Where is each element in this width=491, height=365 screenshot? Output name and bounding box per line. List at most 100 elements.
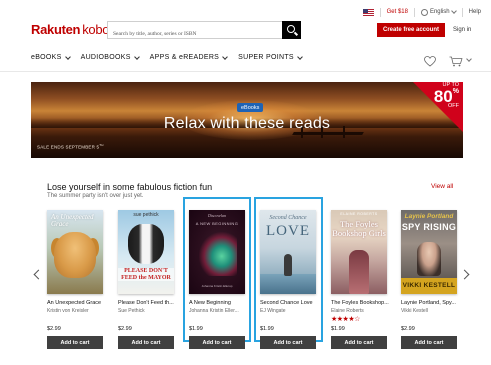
search-input[interactable]	[108, 26, 280, 42]
promo-value-wrap: 80%	[434, 88, 459, 105]
add-to-cart-button[interactable]: Add to cart	[47, 336, 103, 349]
chevron-down-icon	[133, 53, 140, 60]
star-rating: ★★★★☆	[331, 316, 360, 323]
cover-title: An Unexpected Grace	[51, 213, 94, 229]
book-cover[interactable]: Laynie Portland SPY RISING VIKKI KESTELL	[401, 210, 457, 294]
book-title[interactable]: A New Beginning	[189, 300, 253, 306]
section-subtitle: The summer party isn't over just yet.	[47, 193, 144, 199]
book-author[interactable]: Vikki Kestell	[401, 308, 465, 314]
book-author[interactable]: EJ Wingate	[260, 308, 324, 314]
chevron-down-icon	[450, 8, 457, 14]
cover-title-line1: Second Chance	[269, 215, 307, 221]
book-title[interactable]: The Foyles Bookshop...	[331, 300, 395, 306]
main-nav: eBOOKS AUDIOBOOKS APPS & eREADERS SUPER …	[31, 53, 303, 61]
logo-product: kobo	[82, 22, 110, 37]
utility-separator	[413, 7, 415, 17]
cover-author: VIKKI KESTELL	[401, 278, 457, 294]
get-credit-link[interactable]: Get $18	[387, 9, 408, 15]
book-price: $1.99	[331, 326, 345, 332]
cover-title: PLEASE DON'T FEED the MAYOR	[118, 268, 174, 282]
rakuten-kobo-logo[interactable]: Rakuten kobo	[31, 22, 110, 37]
promo-discount: UP TO 80% OFF	[434, 82, 459, 109]
book-title[interactable]: Second Chance Love	[260, 300, 324, 306]
book-price: $1.99	[189, 326, 203, 332]
chevron-down-icon	[64, 53, 71, 60]
add-to-cart-button[interactable]: Add to cart	[331, 336, 387, 349]
add-to-cart-button[interactable]: Add to cart	[118, 336, 174, 349]
wishlist-heart-icon[interactable]	[424, 56, 436, 67]
book-price: $2.99	[118, 326, 132, 332]
book-author[interactable]: Kristin von Kreisler	[47, 308, 111, 314]
book-cover[interactable]: sue pethick PLEASE DON'T FEED the MAYOR	[118, 210, 174, 294]
shopping-cart-icon[interactable]	[449, 56, 463, 67]
chevron-down-icon[interactable]	[466, 56, 472, 62]
nav-item-label: AUDIOBOOKS	[80, 54, 131, 61]
nav-item-label: eBOOKS	[31, 54, 62, 61]
sale-ends-suffix: TH	[99, 143, 104, 147]
search-icon	[286, 25, 295, 33]
cover-author: sue pethick	[133, 212, 159, 218]
cover-series: Discovelan	[208, 213, 226, 218]
add-to-cart-button[interactable]: Add to cart	[401, 336, 457, 349]
cover-art	[199, 232, 237, 276]
sale-ends-label: SALE ENDS SEPTEMBER 5	[37, 144, 100, 150]
cover-art	[260, 274, 316, 294]
search-button[interactable]	[282, 21, 301, 39]
book-author[interactable]: Johanna Kristin Eller...	[189, 308, 253, 314]
cover-art	[349, 250, 369, 294]
book-cover[interactable]: Second Chance LOVE	[260, 210, 316, 294]
book-price: $2.99	[401, 326, 415, 332]
book-cover[interactable]: An Unexpected Grace	[47, 210, 103, 294]
ebooks-badge: eBooks	[237, 103, 264, 112]
view-all-link[interactable]: View all	[431, 183, 453, 190]
globe-icon	[420, 8, 428, 16]
book-title[interactable]: An Unexpected Grace	[47, 300, 111, 306]
cover-author: ELAINE ROBERTS	[340, 212, 378, 216]
book-price: $1.99	[260, 326, 274, 332]
banner-headline: Relax with these reads	[163, 115, 331, 132]
book-title[interactable]: Please Don't Feed th...	[118, 300, 182, 306]
utility-separator	[379, 7, 381, 17]
cover-title: A NEW BEGINNING	[195, 221, 239, 226]
section-title: Lose yourself in some fabulous fiction f…	[47, 182, 213, 192]
add-to-cart-button[interactable]: Add to cart	[260, 336, 316, 349]
book-author[interactable]: Elaine Roberts	[331, 308, 395, 314]
chevron-down-icon	[297, 53, 303, 60]
nav-item-label: APPS & eREADERS	[149, 54, 220, 61]
cover-art	[417, 242, 441, 276]
book-title[interactable]: Laynie Portland, Spy...	[401, 300, 465, 306]
cover-title-line2: LOVE	[266, 223, 310, 239]
language-label: English	[429, 9, 450, 15]
cover-author: Johanna Kristin Ellerup	[201, 284, 233, 288]
cover-art	[284, 254, 292, 276]
language-selector[interactable]: English	[420, 8, 457, 16]
help-link[interactable]: Help	[469, 9, 481, 15]
sale-ends-text: SALE ENDS SEPTEMBER 5TH	[37, 143, 104, 150]
carousel-next-arrow-icon[interactable]	[459, 269, 470, 280]
carousel-prev-arrow-icon[interactable]	[33, 269, 44, 280]
cover-title-line1: Laynie Portland	[404, 213, 454, 220]
sign-in-link[interactable]: Sign in	[453, 27, 471, 33]
utility-bar: Get $18 English Help	[362, 6, 481, 18]
us-flag-icon[interactable]	[362, 8, 374, 16]
promo-banner[interactable]: eBooks Relax with these reads SALE ENDS …	[31, 82, 463, 158]
nav-item-audiobooks[interactable]: AUDIOBOOKS	[80, 53, 140, 61]
cover-title-line2: SPY RISING	[401, 222, 457, 232]
logo-brand: Rakuten	[31, 22, 81, 37]
nav-item-super-points[interactable]: SUPER POINTS	[238, 53, 303, 61]
utility-separator	[461, 7, 463, 17]
nav-item-ebooks[interactable]: eBOOKS	[31, 53, 71, 61]
nav-item-apps-ereaders[interactable]: APPS & eREADERS	[149, 53, 228, 61]
chevron-down-icon	[222, 53, 228, 60]
cover-art	[54, 232, 96, 278]
nav-item-label: SUPER POINTS	[238, 54, 294, 61]
add-to-cart-button[interactable]: Add to cart	[189, 336, 245, 349]
book-cover[interactable]: Discovelan A NEW BEGINNING Johanna Krist…	[189, 210, 245, 294]
header-divider	[0, 71, 491, 72]
book-price: $2.99	[47, 326, 61, 332]
cover-art	[128, 224, 164, 264]
book-author[interactable]: Sue Pethick	[118, 308, 182, 314]
book-cover[interactable]: ELAINE ROBERTS The Foyles Bookshop Girls	[331, 210, 387, 294]
promo-pct: %	[452, 87, 459, 95]
create-account-button[interactable]: Create free account	[377, 23, 445, 37]
